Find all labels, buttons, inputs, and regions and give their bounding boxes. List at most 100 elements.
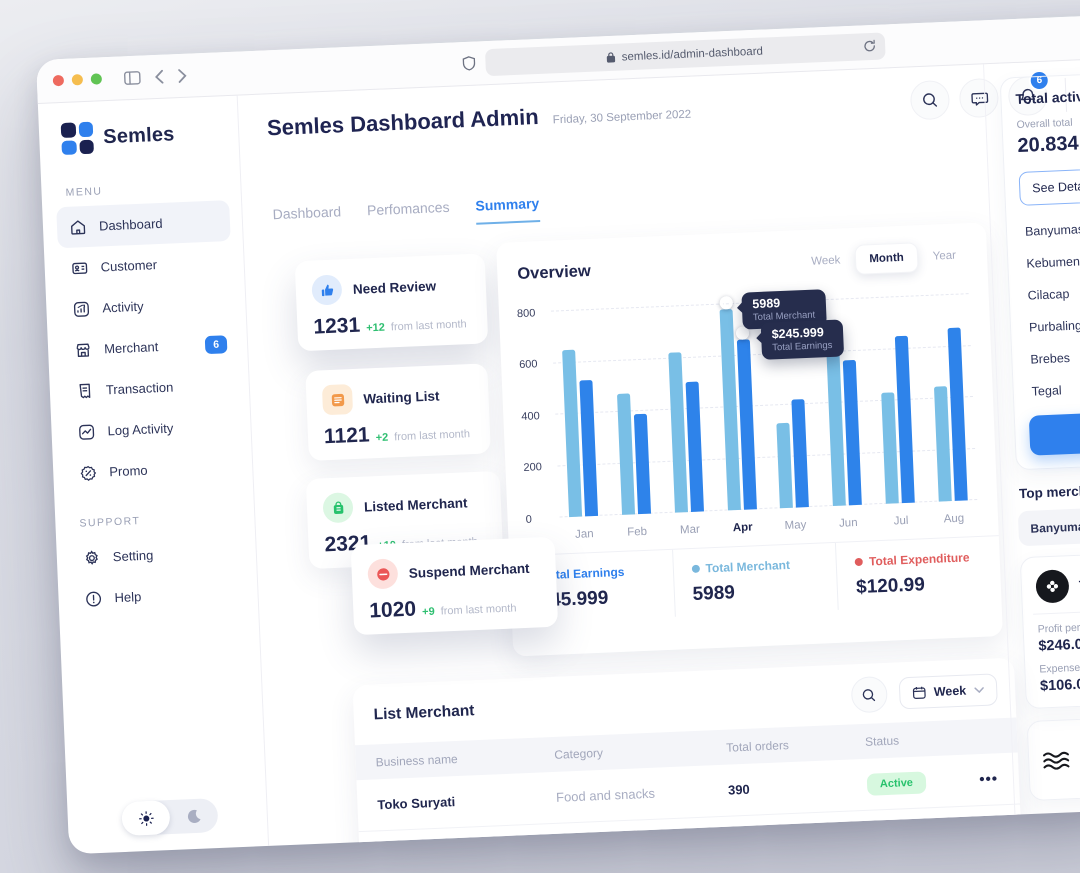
cell-category: Food and snacks [536, 784, 709, 806]
brand-logo-icon [61, 122, 94, 155]
stat-delta-suffix: from last month [394, 428, 470, 443]
bar-jan-total-merchant[interactable] [562, 349, 582, 517]
tab-summary[interactable]: Summary [475, 195, 540, 225]
back-icon[interactable] [155, 69, 165, 83]
next-merchant-card[interactable] [1027, 713, 1080, 801]
status-badge: Active [866, 771, 926, 795]
shield-icon[interactable] [462, 56, 476, 72]
see-detail-button[interactable]: See Detail [1019, 165, 1080, 206]
bar-may-total-earnings[interactable] [792, 399, 810, 508]
browser-window: semles.id/admin-dashboard Semles MENU [36, 11, 1080, 854]
refresh-icon[interactable] [862, 39, 876, 54]
bar-group-apr[interactable]: Apr5989Total Merchant$245.999Total Earni… [713, 297, 763, 536]
row-menu-button[interactable]: ••• [961, 821, 1021, 840]
sidebar-item-dashboard[interactable]: Dashboard [56, 200, 231, 248]
sidebar-item-setting[interactable]: Setting [70, 531, 245, 579]
brand-name: Semles [103, 123, 175, 149]
stat-card-suspend-merchant[interactable]: Suspend Merchant 1020 +9 from last month [351, 537, 559, 635]
bar-feb-total-earnings[interactable] [634, 413, 651, 514]
summary-label: Total Merchant [705, 558, 790, 576]
x-axis-label: Mar [670, 523, 710, 537]
overall-total-label: Overall total [1016, 112, 1080, 131]
x-axis-label: Jun [828, 517, 868, 531]
bar-feb-total-merchant[interactable] [617, 393, 635, 514]
tooltip-label: Total Earnings [772, 340, 833, 354]
stat-label: Need Review [353, 278, 437, 296]
sidebar-toggle-icon[interactable] [124, 70, 142, 85]
region-item[interactable]: Purbalingga [1024, 305, 1080, 344]
wave-logo-icon [1043, 749, 1070, 770]
region-item[interactable]: Brebes [1026, 337, 1080, 376]
tooltip-value: 5989 [752, 295, 815, 312]
sidebar-item-promo[interactable]: Promo [66, 446, 241, 494]
summary-value: 5989 [692, 579, 819, 606]
bar-aug-total-merchant[interactable] [934, 387, 952, 502]
bar-mar-total-earnings[interactable] [685, 382, 703, 512]
bar-jun-total-earnings[interactable] [843, 359, 862, 505]
dark-mode-moon-icon[interactable] [169, 798, 218, 834]
top-merchant-card[interactable]: Toko Profit per month $246.000 Expenses … [1020, 549, 1080, 709]
bar-group-jan[interactable]: Jan [555, 304, 605, 543]
tab-perfomances[interactable]: Perfomances [367, 199, 451, 229]
period-value: Week [934, 684, 967, 699]
sidebar-item-transaction[interactable]: Transaction [63, 364, 238, 412]
range-year[interactable]: Year [919, 241, 969, 271]
region-item[interactable]: Tegal [1027, 369, 1080, 408]
stat-delta: +12 [366, 322, 385, 335]
summary-label: Total Expenditure [869, 550, 970, 568]
region-item[interactable]: Banyumas [1020, 209, 1080, 248]
sidebar-item-help[interactable]: Help [72, 572, 247, 620]
range-week[interactable]: Week [798, 246, 854, 276]
tooltip-value: $245.999 [771, 325, 832, 342]
bar-group-mar[interactable]: Mar [660, 299, 710, 538]
bar-group-aug[interactable]: Aug [924, 288, 974, 527]
bar-jan-total-earnings[interactable] [579, 380, 598, 517]
traffic-light-zoom-icon[interactable] [91, 73, 102, 84]
app-body: Semles MENU Dashboard Customer Activity [38, 55, 1080, 854]
y-axis-tick: 200 [523, 461, 542, 474]
active-merchant-panel: Total active merchant Overall total 20.8… [1000, 70, 1080, 471]
sidebar-item-log-activity[interactable]: Log Activity [65, 405, 240, 453]
theme-toggle[interactable] [121, 798, 218, 836]
period-dropdown[interactable]: Week [898, 673, 998, 709]
sidebar-item-label: Setting [113, 548, 154, 565]
range-month[interactable]: Month [855, 242, 919, 275]
stat-value: 1231 [313, 314, 361, 340]
pulse-icon [77, 422, 96, 441]
x-axis-label: May [775, 519, 815, 533]
search-button[interactable] [910, 80, 951, 121]
traffic-light-close-icon[interactable] [53, 75, 64, 86]
region-item[interactable]: Cilacap [1023, 273, 1080, 312]
sidebar-item-activity[interactable]: Activity [60, 282, 235, 330]
region-item[interactable]: Kebumen [1022, 241, 1080, 280]
page-title: Semles Dashboard Admin [267, 104, 540, 141]
bar-chart[interactable]: 0200400600800JanFebMarApr5989Total Merch… [551, 288, 979, 543]
bar-may-total-merchant[interactable] [777, 423, 794, 508]
top-merchant-filter-dropdown[interactable]: Banyumas [1018, 503, 1080, 546]
url-text: semles.id/admin-dashboard [621, 45, 763, 63]
menu-section-label: MENU [65, 180, 228, 199]
sidebar-item-label: Dashboard [99, 216, 163, 234]
bar-mar-total-merchant[interactable] [668, 353, 688, 513]
brand-logo[interactable]: Semles [53, 116, 227, 155]
bar-group-jul[interactable]: Jul [872, 291, 922, 530]
cell-total-orders: 323 [710, 830, 850, 851]
light-mode-sun-icon[interactable] [121, 800, 170, 836]
traffic-light-minimize-icon[interactable] [72, 74, 83, 85]
stat-value: 1020 [369, 598, 417, 624]
sidebar-item-label: Customer [100, 257, 157, 274]
stat-card-waiting-list[interactable]: Waiting List 1121 +2 from last month [305, 363, 491, 461]
row-menu-button[interactable]: ••• [959, 769, 1019, 788]
sidebar-item-merchant[interactable]: Merchant 6 [61, 323, 236, 371]
sidebar-item-customer[interactable]: Customer [58, 241, 233, 289]
stat-card-need-review[interactable]: Need Review 1231 +12 from last month [295, 253, 489, 351]
panel-action-button[interactable] [1029, 409, 1080, 456]
bar-jul-total-merchant[interactable] [881, 393, 899, 504]
stat-label: Listed Merchant [364, 495, 468, 514]
tab-dashboard[interactable]: Dashboard [272, 203, 342, 233]
x-axis-label: Feb [617, 525, 657, 539]
bar-group-feb[interactable]: Feb [608, 302, 658, 541]
table-search-button[interactable] [850, 676, 887, 713]
cell-business-name: Toko mas Yanto [359, 843, 538, 855]
address-bar[interactable]: semles.id/admin-dashboard [484, 32, 885, 76]
